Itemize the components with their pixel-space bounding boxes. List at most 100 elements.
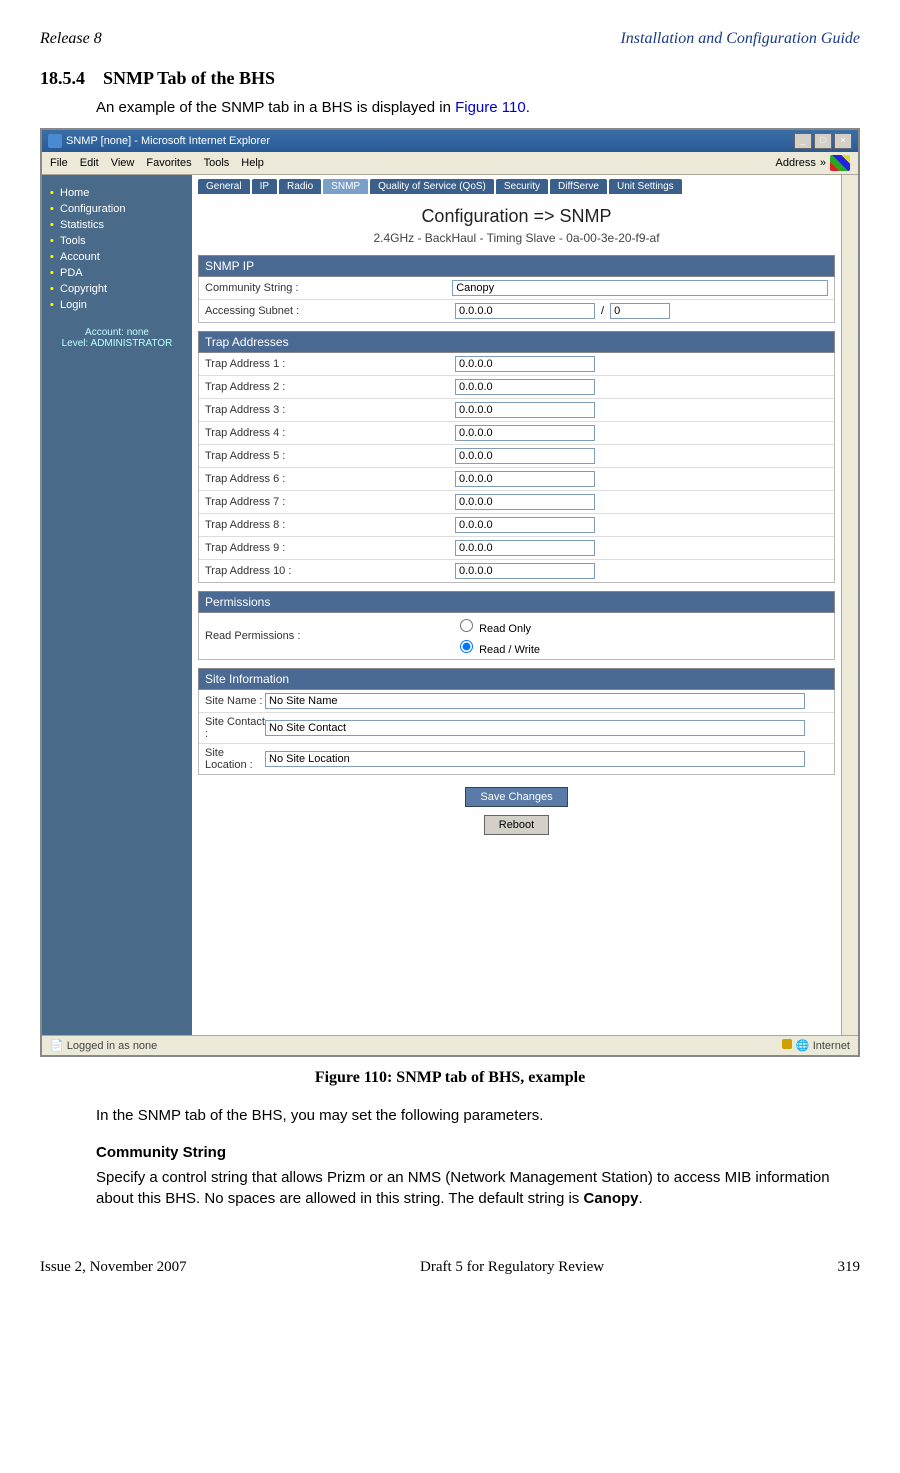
trap-address-input-7[interactable] bbox=[455, 494, 595, 510]
address-chevron[interactable]: » bbox=[820, 157, 826, 169]
screenshot-figure: SNMP [none] - Microsoft Internet Explore… bbox=[40, 128, 860, 1057]
site-input-2[interactable] bbox=[265, 720, 805, 736]
trap-address-input-2[interactable] bbox=[455, 379, 595, 395]
tab-general[interactable]: General bbox=[198, 179, 250, 194]
trap-address-input-9[interactable] bbox=[455, 540, 595, 556]
page-footer: Issue 2, November 2007 Draft 5 for Regul… bbox=[40, 1259, 860, 1276]
tab-security[interactable]: Security bbox=[496, 179, 548, 194]
trap-address-input-4[interactable] bbox=[455, 425, 595, 441]
tab-qos[interactable]: Quality of Service (QoS) bbox=[370, 179, 494, 194]
section-number: 18.5.4 bbox=[40, 68, 85, 88]
footer-left: Issue 2, November 2007 bbox=[40, 1259, 187, 1276]
menu-favorites[interactable]: Favorites bbox=[146, 157, 191, 169]
sidebar-item-login[interactable]: Login bbox=[48, 297, 186, 313]
status-right: Internet bbox=[813, 1040, 850, 1052]
ie-icon bbox=[48, 134, 62, 148]
site-label: Site Name : bbox=[205, 695, 265, 707]
header-left: Release 8 bbox=[40, 30, 102, 48]
read-permissions-label: Read Permissions : bbox=[205, 630, 455, 642]
page-header: Release 8 Installation and Configuration… bbox=[40, 30, 860, 48]
site-input-1[interactable] bbox=[265, 693, 805, 709]
trap-address-input-1[interactable] bbox=[455, 356, 595, 372]
snmp-ip-header: SNMP IP bbox=[198, 255, 835, 277]
trap-address-label: Trap Address 9 : bbox=[205, 542, 455, 554]
trap-address-input-6[interactable] bbox=[455, 471, 595, 487]
close-button[interactable]: × bbox=[834, 133, 852, 149]
minimize-button[interactable]: _ bbox=[794, 133, 812, 149]
trap-address-label: Trap Address 7 : bbox=[205, 496, 455, 508]
community-string-input[interactable] bbox=[452, 280, 828, 296]
tab-unit-settings[interactable]: Unit Settings bbox=[609, 179, 682, 194]
subnet-separator: / bbox=[601, 305, 604, 317]
section-title: SNMP Tab of the BHS bbox=[103, 68, 275, 88]
account-info: Account: none Level: ADMINISTRATOR bbox=[48, 327, 186, 349]
trap-address-label: Trap Address 1 : bbox=[205, 358, 455, 370]
trap-address-input-8[interactable] bbox=[455, 517, 595, 533]
tab-diffserve[interactable]: DiffServe bbox=[550, 179, 607, 194]
reboot-button[interactable]: Reboot bbox=[484, 815, 549, 835]
trap-address-label: Trap Address 2 : bbox=[205, 381, 455, 393]
trap-address-input-5[interactable] bbox=[455, 448, 595, 464]
footer-center: Draft 5 for Regulatory Review bbox=[420, 1259, 604, 1276]
trap-address-label: Trap Address 4 : bbox=[205, 427, 455, 439]
trap-address-input-3[interactable] bbox=[455, 402, 595, 418]
page-title: Configuration => SNMP bbox=[198, 206, 835, 227]
site-information-header: Site Information bbox=[198, 668, 835, 690]
trap-address-input-10[interactable] bbox=[455, 563, 595, 579]
window-buttons: _ □ × bbox=[794, 133, 852, 149]
menu-edit[interactable]: Edit bbox=[80, 157, 99, 169]
windows-flag-icon bbox=[830, 155, 850, 171]
trap-addresses-header: Trap Addresses bbox=[198, 331, 835, 353]
lock-icon bbox=[782, 1039, 792, 1049]
after-figure-text: In the SNMP tab of the BHS, you may set … bbox=[96, 1105, 860, 1126]
radio-read-only[interactable]: Read Only bbox=[455, 616, 540, 635]
community-string-label: Community String : bbox=[205, 282, 452, 294]
radio-read-write[interactable]: Read / Write bbox=[455, 637, 540, 656]
footer-right: 319 bbox=[838, 1259, 861, 1276]
menubar: File Edit View Favorites Tools Help Addr… bbox=[42, 152, 858, 175]
intro-paragraph: An example of the SNMP tab in a BHS is d… bbox=[96, 97, 860, 118]
param-community-string-head: Community String bbox=[96, 1144, 860, 1161]
sidebar-item-account[interactable]: Account bbox=[48, 249, 186, 265]
window-titlebar: SNMP [none] - Microsoft Internet Explore… bbox=[42, 130, 858, 152]
page-subtitle: 2.4GHz - BackHaul - Timing Slave - 0a-00… bbox=[198, 231, 835, 245]
sidebar-item-statistics[interactable]: Statistics bbox=[48, 217, 186, 233]
trap-address-label: Trap Address 8 : bbox=[205, 519, 455, 531]
sidebar-item-home[interactable]: Home bbox=[48, 185, 186, 201]
sidebar-item-copyright[interactable]: Copyright bbox=[48, 281, 186, 297]
menu-items: File Edit View Favorites Tools Help bbox=[44, 157, 264, 169]
address-label: Address bbox=[776, 157, 816, 169]
sidebar: Home Configuration Statistics Tools Acco… bbox=[42, 175, 192, 1035]
maximize-button[interactable]: □ bbox=[814, 133, 832, 149]
page-icon: 📄 bbox=[50, 1040, 64, 1052]
tab-snmp[interactable]: SNMP bbox=[323, 179, 368, 194]
tab-ip[interactable]: IP bbox=[252, 179, 277, 194]
menu-file[interactable]: File bbox=[50, 157, 68, 169]
window-title: SNMP [none] - Microsoft Internet Explore… bbox=[66, 135, 270, 147]
save-changes-button[interactable]: Save Changes bbox=[465, 787, 567, 807]
trap-address-label: Trap Address 10 : bbox=[205, 565, 455, 577]
trap-address-label: Trap Address 6 : bbox=[205, 473, 455, 485]
trap-address-label: Trap Address 3 : bbox=[205, 404, 455, 416]
vertical-scrollbar[interactable] bbox=[841, 175, 858, 1035]
figure-caption: Figure 110: SNMP tab of BHS, example bbox=[40, 1069, 860, 1087]
sidebar-item-configuration[interactable]: Configuration bbox=[48, 201, 186, 217]
site-input-3[interactable] bbox=[265, 751, 805, 767]
status-bar: 📄 Logged in as none 🌐 Internet bbox=[42, 1035, 858, 1055]
sidebar-item-tools[interactable]: Tools bbox=[48, 233, 186, 249]
site-label: Site Location : bbox=[205, 747, 265, 771]
figure-link[interactable]: Figure 110 bbox=[455, 99, 526, 116]
site-label: Site Contact : bbox=[205, 716, 265, 740]
menu-view[interactable]: View bbox=[111, 157, 135, 169]
trap-address-label: Trap Address 5 : bbox=[205, 450, 455, 462]
tab-radio[interactable]: Radio bbox=[279, 179, 321, 194]
menu-help[interactable]: Help bbox=[241, 157, 264, 169]
subnet-mask-input[interactable] bbox=[610, 303, 670, 319]
permissions-header: Permissions bbox=[198, 591, 835, 613]
accessing-subnet-label: Accessing Subnet : bbox=[205, 305, 455, 317]
status-left: Logged in as none bbox=[67, 1040, 158, 1052]
param-community-string-body: Specify a control string that allows Pri… bbox=[96, 1167, 860, 1209]
sidebar-item-pda[interactable]: PDA bbox=[48, 265, 186, 281]
subnet-ip-input[interactable] bbox=[455, 303, 595, 319]
menu-tools[interactable]: Tools bbox=[204, 157, 230, 169]
